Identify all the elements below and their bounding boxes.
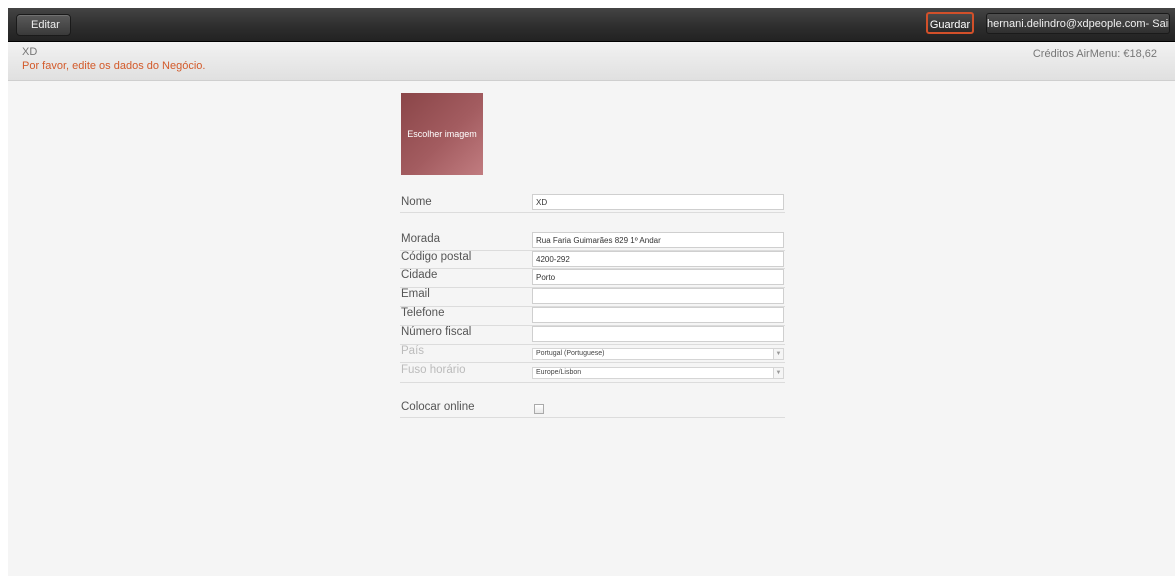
email-label: Email <box>401 288 430 300</box>
address-field[interactable] <box>532 232 784 248</box>
form-row-name: Nome <box>400 194 785 213</box>
name-field[interactable] <box>532 194 784 210</box>
credits-balance: Créditos AirMenu: €18,62 <box>1032 48 1157 60</box>
address-label: Morada <box>401 233 440 245</box>
country-select[interactable]: Portugal (Portuguese) ▼ <box>532 348 784 360</box>
chevron-down-icon: ▼ <box>773 349 783 359</box>
user-logout-button[interactable]: hernani.delindro@xdpeople.com- Sair <box>986 13 1170 34</box>
form-row-country: País Portugal (Portuguese) ▼ <box>400 344 785 363</box>
timezone-label: Fuso horário <box>401 364 466 376</box>
tax-number-label: Número fiscal <box>401 326 472 338</box>
form-row-postal-code: Código postal <box>400 250 785 269</box>
name-label: Nome <box>401 196 432 208</box>
online-label: Colocar online <box>401 401 475 413</box>
edit-hint: Por favor, edite os dados do Negócio. <box>22 60 206 72</box>
phone-field[interactable] <box>532 307 784 323</box>
city-field[interactable] <box>532 269 784 285</box>
business-info-bar: XD Por favor, edite os dados do Negócio.… <box>8 42 1175 81</box>
form-row-timezone: Fuso horário Europe/Lisbon ▼ <box>400 362 785 383</box>
save-button[interactable]: Guardar <box>926 12 974 34</box>
country-select-value: Portugal (Portuguese) <box>536 350 605 357</box>
edit-back-label: Editar <box>31 19 60 31</box>
postal-code-field[interactable] <box>532 251 784 267</box>
business-name: XD <box>22 46 38 58</box>
form-row-address: Morada <box>400 231 785 251</box>
timezone-select[interactable]: Europe/Lisbon ▼ <box>532 367 784 379</box>
form-row-email: Email <box>400 287 785 307</box>
top-toolbar: Editar Guardar hernani.delindro@xdpeople… <box>8 8 1175 42</box>
form-row-online: Colocar online <box>400 399 785 418</box>
online-checkbox[interactable] <box>534 404 544 414</box>
email-field[interactable] <box>532 288 784 304</box>
choose-image-button[interactable]: Escolher imagem <box>401 93 483 175</box>
form-row-phone: Telefone <box>400 306 785 326</box>
tax-number-field[interactable] <box>532 326 784 342</box>
phone-label: Telefone <box>401 307 445 319</box>
city-label: Cidade <box>401 269 438 281</box>
chevron-down-icon: ▼ <box>773 368 783 378</box>
edit-back-button[interactable]: Editar <box>16 14 71 36</box>
form-row-city: Cidade <box>400 268 785 288</box>
app-window: Editar Guardar hernani.delindro@xdpeople… <box>8 8 1175 576</box>
country-label: País <box>401 345 425 357</box>
timezone-select-value: Europe/Lisbon <box>536 369 582 376</box>
postal-code-label: Código postal <box>401 251 472 263</box>
form-row-tax-number: Número fiscal <box>400 325 785 345</box>
